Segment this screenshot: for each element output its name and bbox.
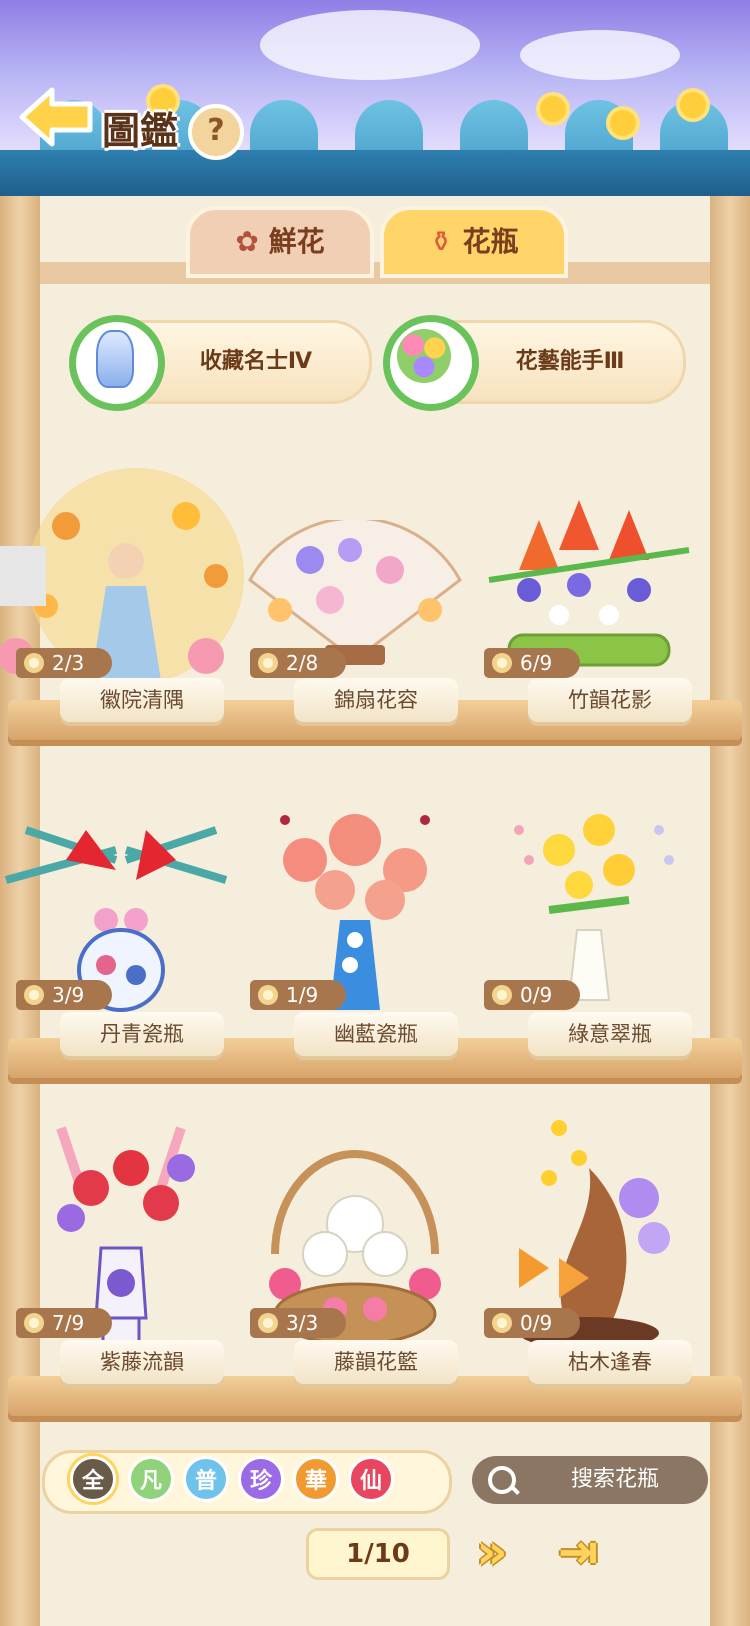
vase-icon [96,330,134,388]
vase-card[interactable]: 3/9 丹青瓷瓶 [4,790,232,1090]
collection-count: 6/9 [484,648,580,678]
vase-name: 丹青瓷瓶 [60,1012,224,1056]
back-arrow-icon[interactable] [18,82,96,152]
filter-common[interactable]: 凡 [128,1456,174,1502]
achievement-florist[interactable]: 花藝能手Ⅲ [383,315,686,411]
collection-count: 1/9 [250,980,346,1010]
vase-card[interactable]: 7/9 紫藤流韻 [10,1108,232,1408]
tab-flowers[interactable]: ✿ 鮮花 [186,206,374,278]
vase-name: 藤韻花籃 [294,1340,458,1384]
vase-card[interactable]: 2/8 錦扇花容 [244,460,466,750]
achievement-label: 收藏名士Ⅳ [199,349,313,374]
achievement-progress-ring [69,315,165,411]
filter-all[interactable]: 全 [70,1456,116,1502]
flower-icon [24,1313,44,1333]
tab-flowers-label: 鮮花 [268,225,325,258]
flower-icon [24,985,44,1005]
vase-card[interactable]: 2/3 徽院清隅 [0,460,244,750]
collection-count: 0/9 [484,1308,580,1338]
flower-icon [492,653,512,673]
page-title: 圖鑑 [102,109,179,153]
vase-card[interactable]: 0/9 綠意翠瓶 [478,790,700,1090]
next-page-icon[interactable]: » [462,1524,522,1580]
collection-count: 7/9 [16,1308,112,1338]
blossom-decoration [610,110,636,136]
vase-card[interactable]: 1/9 幽藍瓷瓶 [244,790,466,1090]
blossom-decoration [680,92,706,118]
tab-vases-label: 花瓶 [462,225,519,258]
collection-count: 3/9 [16,980,112,1010]
filter-splendid[interactable]: 華 [293,1456,339,1502]
vase-icon: ⚱ [429,225,453,258]
achievement-progress-ring [383,315,479,411]
tab-vases[interactable]: ⚱ 花瓶 [380,206,568,278]
collection-count: 2/8 [250,648,346,678]
rose-icon: ✿ [235,225,259,258]
last-page-icon[interactable]: ⇥ [548,1524,608,1580]
search-input[interactable]: 搜索花瓶 [472,1456,708,1504]
search-icon [488,1466,516,1494]
page-indicator: 1/10 [306,1528,450,1580]
flower-icon [24,653,44,673]
vase-name: 枯木逢春 [528,1340,692,1384]
filter-normal[interactable]: 普 [183,1456,229,1502]
bamboo-artwork [488,500,690,667]
blossom-decoration [540,96,566,122]
search-placeholder: 搜索花瓶 [570,1467,659,1492]
achievement-label: 花藝能手Ⅲ [515,349,625,374]
flower-icon [258,1313,278,1333]
collection-count: 3/3 [250,1308,346,1338]
flower-icon [492,1313,512,1333]
collection-count: 0/9 [484,980,580,1010]
achievement-collector[interactable]: 收藏名士Ⅳ [69,315,372,411]
flower-icon [492,985,512,1005]
vase-name: 錦扇花容 [294,678,458,722]
filter-rare[interactable]: 珍 [238,1456,284,1502]
vase-name: 竹韻花影 [528,678,692,722]
flower-icon [258,653,278,673]
help-icon[interactable]: ? [188,104,244,160]
vase-card[interactable]: 0/9 枯木逢春 [478,1108,700,1408]
flower-icon [258,985,278,1005]
vase-name: 紫藤流韻 [60,1340,224,1384]
filter-immortal[interactable]: 仙 [348,1456,394,1502]
vase-name: 徽院清隅 [60,678,224,722]
vase-card[interactable]: 6/9 竹韻花影 [478,460,700,750]
bouquet-icon [397,329,451,383]
tab-rail [40,262,710,284]
roof-eave [0,150,750,202]
vase-card[interactable]: 3/3 藤韻花籃 [244,1108,466,1408]
collection-count: 2/3 [16,648,112,678]
vase-name: 幽藍瓷瓶 [294,1012,458,1056]
vase-name: 綠意翠瓶 [528,1012,692,1056]
